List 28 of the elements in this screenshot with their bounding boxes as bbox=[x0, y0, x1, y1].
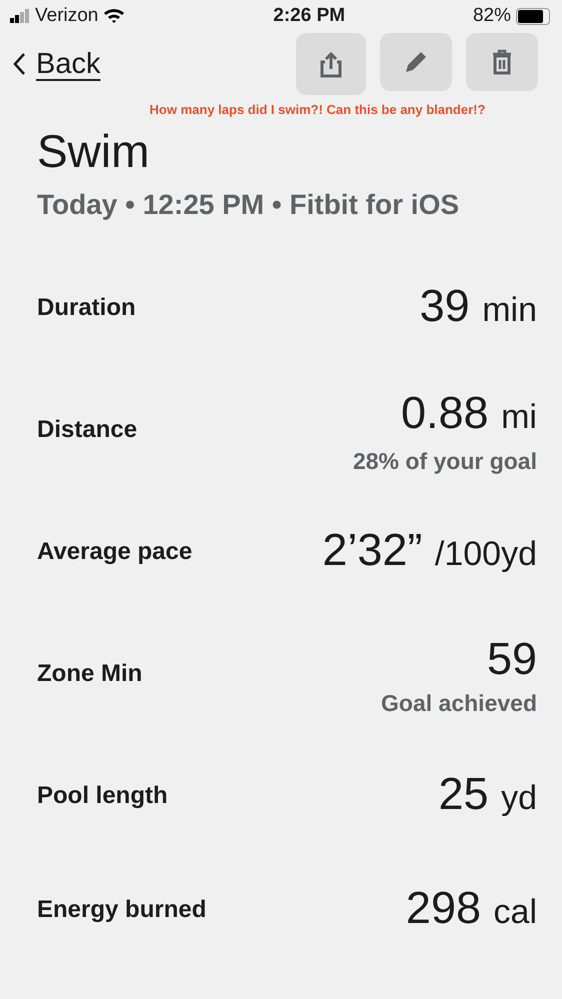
stat-label: Zone Min bbox=[37, 660, 142, 688]
delete-button[interactable] bbox=[466, 33, 538, 91]
back-link[interactable]: Back bbox=[12, 48, 100, 80]
stat-label: Duration bbox=[37, 294, 136, 322]
status-time: 2:26 PM bbox=[273, 5, 346, 27]
battery-icon bbox=[516, 8, 550, 24]
share-button[interactable] bbox=[296, 33, 366, 95]
stat-label: Energy burned bbox=[37, 896, 206, 924]
workout-subtitle: Today • 12:25 PM • Fitbit for iOS bbox=[37, 189, 460, 221]
stat-value: 39 min bbox=[420, 279, 537, 333]
stat-value: 25 yd bbox=[438, 767, 537, 821]
signal-icon bbox=[10, 9, 30, 23]
annotation-text: How many laps did I swim?! Can this be any blander!? bbox=[148, 102, 486, 117]
stat-note: Goal achieved bbox=[381, 690, 537, 716]
edit-button[interactable] bbox=[380, 33, 452, 91]
carrier-name: Verizon bbox=[35, 5, 98, 27]
battery-percent: 82% bbox=[472, 5, 511, 27]
wifi-icon bbox=[103, 8, 126, 24]
stat-label: Pool length bbox=[37, 782, 168, 810]
stat-label: Distance bbox=[37, 416, 138, 444]
stat-value: 0.88 mi bbox=[401, 386, 537, 440]
stat-note: 28% of your goal bbox=[352, 448, 537, 474]
workout-title: Swim bbox=[37, 124, 150, 179]
stat-label: Average pace bbox=[37, 538, 192, 566]
stat-value: 2’32” /100yd bbox=[322, 523, 537, 577]
stat-value: 59 bbox=[486, 632, 537, 686]
back-chevron-icon bbox=[12, 52, 26, 76]
stat-value: 298 cal bbox=[406, 881, 537, 935]
